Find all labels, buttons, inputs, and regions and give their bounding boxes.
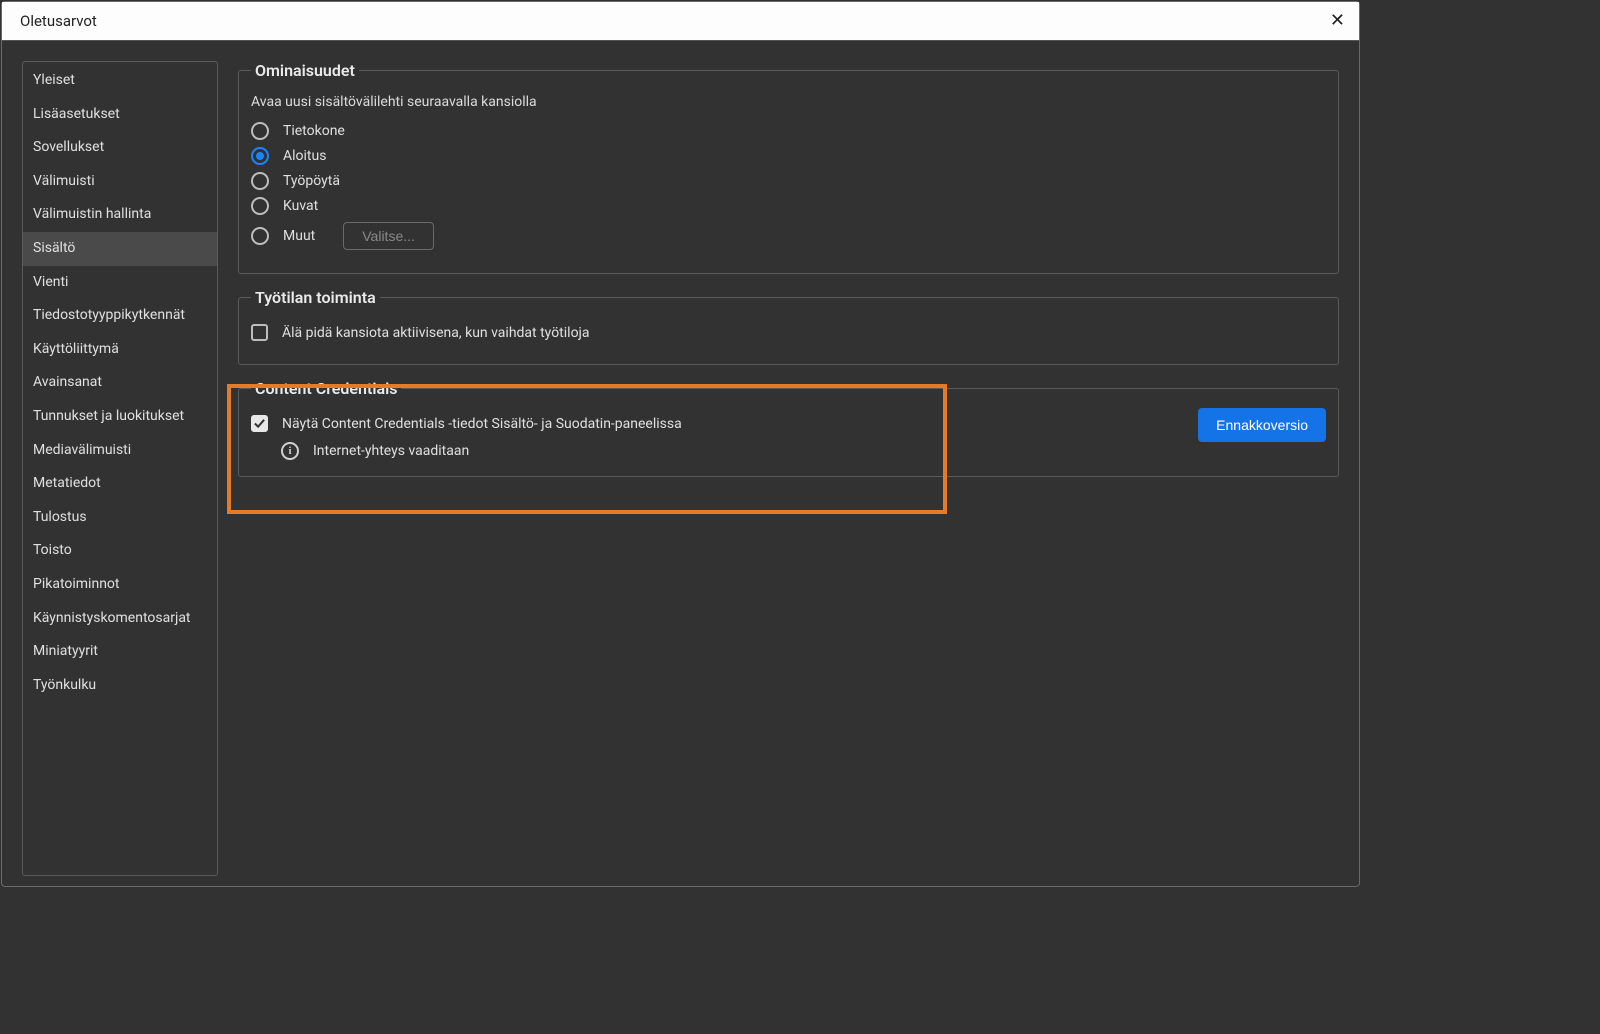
sidebar-item-output[interactable]: Tulostus — [23, 501, 217, 535]
sidebar-item-file-type-associations[interactable]: Tiedostotyyppikytkennät — [23, 299, 217, 333]
radio-icon — [251, 227, 269, 245]
radio-desktop[interactable]: Työpöytä — [251, 172, 1326, 190]
radio-label: Aloitus — [283, 148, 326, 164]
sidebar-item-startup-scripts[interactable]: Käynnistyskomentosarjat — [23, 602, 217, 636]
radio-icon — [251, 147, 269, 165]
checkbox-icon — [251, 324, 268, 341]
workspace-group: Työtilan toiminta Älä pidä kansiota akti… — [238, 288, 1339, 365]
select-folder-button[interactable]: Valitse... — [343, 222, 434, 250]
sidebar-item-media-cache[interactable]: Mediavälimuisti — [23, 434, 217, 468]
sidebar-item-advanced[interactable]: Lisäasetukset — [23, 98, 217, 132]
sidebar-item-thumbnails[interactable]: Miniatyyrit — [23, 635, 217, 669]
preferences-dialog: Oletusarvot ✕ Yleiset Lisäasetukset Sove… — [1, 1, 1360, 887]
workspace-checkbox-row[interactable]: Älä pidä kansiota aktiivisena, kun vaihd… — [251, 324, 1326, 341]
radio-icon — [251, 197, 269, 215]
sidebar-item-content[interactable]: Sisältö — [23, 232, 217, 266]
sidebar-item-metadata[interactable]: Metatiedot — [23, 467, 217, 501]
sidebar-item-cache-management[interactable]: Välimuistin hallinta — [23, 198, 217, 232]
sidebar-item-applications[interactable]: Sovellukset — [23, 131, 217, 165]
checkbox-icon — [251, 415, 268, 432]
content-credentials-legend: Content Credentials — [251, 379, 401, 398]
checkbox-label: Näytä Content Credentials -tiedot Sisält… — [282, 416, 682, 432]
sidebar-item-labels[interactable]: Tunnukset ja luokitukset — [23, 400, 217, 434]
sidebar-item-cache[interactable]: Välimuisti — [23, 165, 217, 199]
radio-label: Kuvat — [283, 198, 318, 214]
sidebar-item-quick-actions[interactable]: Pikatoiminnot — [23, 568, 217, 602]
radio-icon — [251, 172, 269, 190]
sidebar-item-interface[interactable]: Käyttöliittymä — [23, 333, 217, 367]
workspace-legend: Työtilan toiminta — [251, 288, 380, 307]
radio-label: Tietokone — [283, 123, 345, 139]
close-icon[interactable]: ✕ — [1330, 12, 1345, 30]
info-text: Internet-yhteys vaaditaan — [313, 443, 469, 459]
info-icon: i — [281, 442, 299, 460]
sidebar-item-export[interactable]: Vienti — [23, 266, 217, 300]
radio-pictures[interactable]: Kuvat — [251, 197, 1326, 215]
sidebar-item-general[interactable]: Yleiset — [23, 64, 217, 98]
properties-subtitle: Avaa uusi sisältövälilehti seuraavalla k… — [251, 94, 1326, 110]
sidebar-item-playback[interactable]: Toisto — [23, 534, 217, 568]
radio-other[interactable]: Muut Valitse... — [251, 222, 1326, 250]
sidebar-item-workflow[interactable]: Työnkulku — [23, 669, 217, 703]
dialog-title: Oletusarvot — [20, 12, 97, 30]
sidebar: Yleiset Lisäasetukset Sovellukset Välimu… — [22, 61, 218, 876]
sidebar-item-keywords[interactable]: Avainsanat — [23, 366, 217, 400]
radio-label: Muut — [283, 228, 315, 244]
content-credentials-group: Content Credentials Näytä Content Creden… — [238, 379, 1339, 477]
properties-group: Ominaisuudet Avaa uusi sisältövälilehti … — [238, 61, 1339, 274]
content-credentials-checkbox-row[interactable]: Näytä Content Credentials -tiedot Sisält… — [251, 415, 1178, 432]
preview-button[interactable]: Ennakkoversio — [1198, 408, 1326, 442]
dialog-body: Yleiset Lisäasetukset Sovellukset Välimu… — [2, 41, 1359, 886]
radio-icon — [251, 122, 269, 140]
main-panel: Ominaisuudet Avaa uusi sisältövälilehti … — [238, 61, 1349, 876]
radio-label: Työpöytä — [283, 173, 340, 189]
info-row: i Internet-yhteys vaaditaan — [281, 442, 1178, 460]
titlebar: Oletusarvot ✕ — [2, 2, 1359, 41]
radio-home[interactable]: Aloitus — [251, 147, 1326, 165]
radio-computer[interactable]: Tietokone — [251, 122, 1326, 140]
properties-legend: Ominaisuudet — [251, 61, 359, 80]
checkbox-label: Älä pidä kansiota aktiivisena, kun vaihd… — [282, 325, 590, 341]
